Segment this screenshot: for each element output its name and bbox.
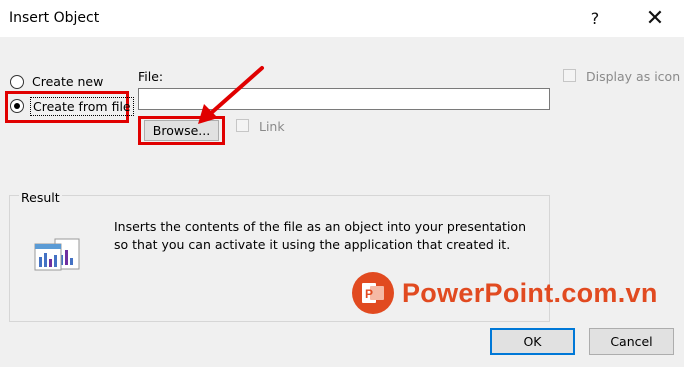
result-title: Result [19,190,62,205]
result-object-icon [34,238,80,271]
red-arrow-annotation [198,66,264,124]
close-icon: ✕ [645,6,665,31]
help-button[interactable]: ? [572,0,618,37]
powerpoint-watermark: P PowerPoint.com.vn [352,270,658,316]
close-button[interactable]: ✕ [632,0,678,37]
ok-button[interactable]: OK [490,328,575,355]
watermark-text: PowerPoint.com.vn [402,277,658,308]
display-as-icon-label: Display as icon [586,69,681,84]
dialog-title: Insert Object [9,10,100,26]
ok-button-label: OK [523,334,542,349]
cancel-button-label: Cancel [610,334,653,349]
file-label: File: [138,69,164,84]
create-new-radio[interactable] [10,75,24,89]
create-new-label[interactable]: Create new [32,74,103,89]
insert-object-dialog: Insert Object ? ✕ Create new Create from… [0,0,684,367]
display-as-icon-checkbox[interactable] [563,69,576,82]
powerpoint-logo-icon: P [352,272,394,314]
cancel-button[interactable]: Cancel [589,328,674,355]
svg-text:P: P [365,287,373,301]
create-from-file-label[interactable]: Create from file [30,97,134,116]
create-from-file-radio[interactable] [10,99,24,113]
help-icon: ? [590,9,600,28]
result-description: Inserts the contents of the file as an o… [114,219,526,252]
title-bar: Insert Object ? ✕ [0,0,684,37]
